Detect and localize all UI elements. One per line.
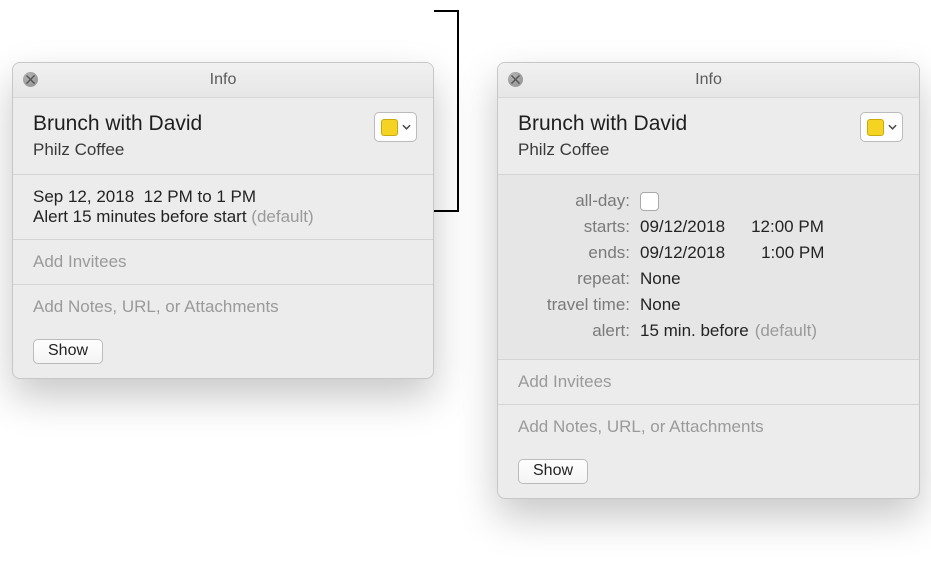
calendar-picker[interactable]	[860, 112, 903, 142]
calendar-color-swatch	[867, 119, 884, 136]
add-notes-field[interactable]: Add Notes, URL, or Attachments	[13, 285, 433, 329]
add-notes-field[interactable]: Add Notes, URL, or Attachments	[498, 405, 919, 449]
chevron-down-icon	[402, 122, 411, 133]
alert-default-label: (default)	[755, 321, 817, 341]
window-title: Info	[695, 71, 722, 89]
window-title: Info	[210, 71, 237, 89]
event-title[interactable]: Brunch with David	[518, 112, 687, 136]
all-day-checkbox[interactable]	[640, 192, 659, 211]
calendar-color-swatch	[381, 119, 398, 136]
chevron-down-icon	[888, 122, 897, 133]
start-date-field[interactable]: 09/12/2018	[640, 217, 725, 237]
event-location[interactable]: Philz Coffee	[33, 140, 202, 160]
titlebar: Info	[13, 63, 433, 98]
start-time-field[interactable]: 12:00 PM	[751, 217, 824, 237]
summary-time: 12 PM to 1 PM	[144, 187, 256, 206]
calendar-picker[interactable]	[374, 112, 417, 142]
close-icon[interactable]	[508, 72, 523, 87]
summary-date: Sep 12, 2018	[33, 187, 134, 206]
event-header: Brunch with David Philz Coffee	[498, 98, 919, 175]
close-icon[interactable]	[23, 72, 38, 87]
add-invitees-field[interactable]: Add Invitees	[498, 360, 919, 405]
ends-label: ends:	[518, 243, 640, 263]
end-date-field[interactable]: 09/12/2018	[640, 243, 725, 263]
end-time-field[interactable]: 1:00 PM	[751, 243, 824, 263]
add-notes-placeholder: Add Notes, URL, or Attachments	[33, 297, 279, 316]
event-header: Brunch with David Philz Coffee	[13, 98, 433, 175]
event-details: all-day: starts: 09/12/2018 12:00 PM end…	[498, 175, 919, 360]
event-info-window-expanded: Info Brunch with David Philz Coffee all-…	[497, 62, 920, 499]
all-day-label: all-day:	[518, 191, 640, 211]
alert-summary: Alert 15 minutes before start	[33, 207, 247, 226]
event-info-window-collapsed: Info Brunch with David Philz Coffee Sep …	[12, 62, 434, 379]
add-invitees-field[interactable]: Add Invitees	[13, 240, 433, 285]
add-notes-placeholder: Add Notes, URL, or Attachments	[518, 417, 764, 436]
repeat-field[interactable]: None	[640, 269, 681, 289]
add-invitees-placeholder: Add Invitees	[33, 252, 127, 271]
event-location[interactable]: Philz Coffee	[518, 140, 687, 160]
add-invitees-placeholder: Add Invitees	[518, 372, 612, 391]
titlebar: Info	[498, 63, 919, 98]
callout-line	[434, 10, 459, 12]
datetime-summary[interactable]: Sep 12, 2018 12 PM to 1 PM Alert 15 minu…	[13, 175, 433, 240]
starts-label: starts:	[518, 217, 640, 237]
alert-field[interactable]: 15 min. before	[640, 321, 749, 341]
alert-default-label: (default)	[251, 207, 313, 226]
show-button[interactable]: Show	[33, 339, 103, 364]
callout-line	[434, 210, 459, 212]
show-button[interactable]: Show	[518, 459, 588, 484]
alert-label: alert:	[518, 321, 640, 341]
travel-time-field[interactable]: None	[640, 295, 681, 315]
callout-line	[457, 10, 459, 212]
repeat-label: repeat:	[518, 269, 640, 289]
event-title[interactable]: Brunch with David	[33, 112, 202, 136]
travel-time-label: travel time:	[518, 295, 640, 315]
